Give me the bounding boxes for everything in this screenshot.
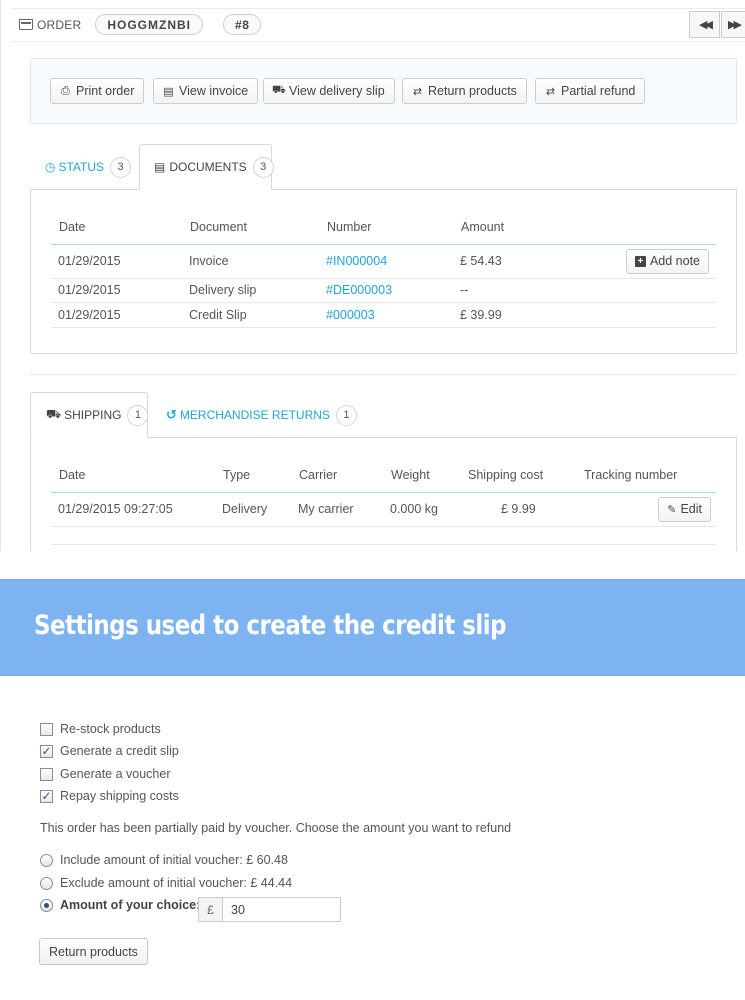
exchange-icon: ⇄ [412,85,423,98]
truck-icon: ⛟ [46,407,62,421]
view-delivery-slip-button[interactable]: ⛟ View delivery slip [263,78,395,104]
exclude-voucher-option[interactable]: Exclude amount of initial voucher: £ 44.… [40,876,292,890]
credit-slip-number-link[interactable]: #000003 [326,308,375,322]
edit-shipping-button[interactable]: ✎ Edit [658,496,711,522]
documents-table: Date Document Number Amount 01/29/2015 I… [51,210,716,328]
exclude-voucher-radio[interactable] [40,876,53,890]
col-amount: Amount [453,210,616,245]
undo-icon: ↺ [166,407,177,422]
clock-icon: ◷ [45,160,56,174]
voucher-checkbox[interactable] [40,767,53,781]
tab-status[interactable]: ◷ STATUS 3 [45,144,132,190]
shipping-tabs: ⛟ SHIPPING 1 ↺ MERCHANDISE RETURNS 1 [30,392,737,438]
file-icon: ▤ [163,85,174,98]
include-voucher-option[interactable]: Include amount of initial voucher: £ 60.… [40,853,288,867]
col-document: Document [182,210,319,245]
invoice-number-link[interactable]: #IN000004 [326,254,387,268]
view-invoice-button[interactable]: ▤ View invoice [153,78,259,104]
tab-documents[interactable]: ▤ DOCUMENTS 3 [139,144,274,190]
tab-shipping[interactable]: ⛟ SHIPPING 1 [30,392,149,438]
documents-tabs: ◷ STATUS 3 ▤ DOCUMENTS 3 [30,144,737,190]
order-nav: ◀◀ ▶▶ [689,11,745,38]
order-icon [19,19,33,30]
truck-icon: ⛟ [272,84,286,96]
order-reference-badge: HOGGMZNBI [95,14,204,35]
table-row: 01/29/2015 Invoice #IN000004 £ 54.43 + A… [51,244,716,279]
custom-amount-input[interactable]: 30 [223,898,340,921]
custom-amount-option[interactable]: Amount of your choice: [40,898,200,912]
custom-amount-input-group: £ 30 [198,897,341,922]
include-voucher-radio[interactable] [40,853,53,867]
add-note-button[interactable]: + Add note [625,248,709,274]
documents-panel: Date Document Number Amount 01/29/2015 I… [30,190,737,354]
section-banner: Settings used to create the credit slip [0,579,745,676]
divider [30,374,737,375]
next-order-button[interactable]: ▶▶ [721,11,745,38]
delivery-slip-number-link[interactable]: #DE000003 [326,283,392,297]
exchange-icon: ⇄ [545,85,556,98]
forward-icon: ▶▶ [728,19,742,31]
table-row: 01/29/2015 Credit Slip #000003 £ 39.99 [51,302,716,328]
order-header: ORDER HOGGMZNBI #8 ◀◀ ▶▶ [11,8,745,42]
return-products-button[interactable]: Return products [39,938,148,965]
repay-shipping-checkbox[interactable]: ✓ [40,789,53,803]
restock-option[interactable]: Re-stock products [40,722,161,736]
status-count-badge: 3 [110,156,132,178]
print-icon: ⎙ [61,84,70,97]
print-order-button[interactable]: ⎙ Print order [50,78,145,104]
voucher-info-text: This order has been partially paid by vo… [40,821,512,835]
backward-icon: ◀◀ [699,19,713,31]
table-row: 01/29/2015 Delivery slip #DE000003 -- [51,278,716,303]
table-row: 01/29/2015 09:27:05 Delivery My carrier … [51,492,716,527]
pencil-icon: ✎ [667,503,677,516]
shipping-panel: Date Type Carrier Weight Shipping cost T… [30,438,737,551]
credit-slip-checkbox[interactable]: ✓ [40,744,53,758]
voucher-option[interactable]: Generate a voucher [40,767,171,781]
col-date: Date [51,210,182,245]
file-icon: ▤ [154,160,166,174]
credit-slip-settings: Re-stock products ✓ Generate a credit sl… [0,676,745,1000]
shipping-count-badge: 1 [127,404,149,426]
credit-slip-option[interactable]: ✓ Generate a credit slip [40,744,179,758]
plus-square-icon: + [634,255,646,267]
shipping-table: Date Type Carrier Weight Shipping cost T… [51,458,716,545]
documents-count-badge: 3 [252,156,274,178]
currency-symbol: £ [199,898,223,921]
order-label: ORDER [37,17,82,32]
order-actions-toolbar: ⎙ Print order ▤ View invoice ⛟ View deliver… [30,58,737,124]
tab-merchandise-returns[interactable]: ↺ MERCHANDISE RETURNS 1 [166,392,357,438]
previous-order-button[interactable]: ◀◀ [689,11,720,38]
banner-title: Settings used to create the credit slip [34,610,507,641]
returns-count-badge: 1 [335,404,357,426]
repay-shipping-option[interactable]: ✓ Repay shipping costs [40,789,179,803]
partial-refund-button[interactable]: ⇄ Partial refund [535,78,646,104]
order-number-badge: #8 [223,14,262,35]
return-products-toolbar-button[interactable]: ⇄ Return products [402,78,527,104]
col-number: Number [319,210,453,245]
custom-amount-radio[interactable] [40,898,53,912]
restock-checkbox[interactable] [40,722,53,736]
order-panel: ORDER HOGGMZNBI #8 ◀◀ ▶▶ ⎙ Print order ▤ V… [0,0,745,551]
